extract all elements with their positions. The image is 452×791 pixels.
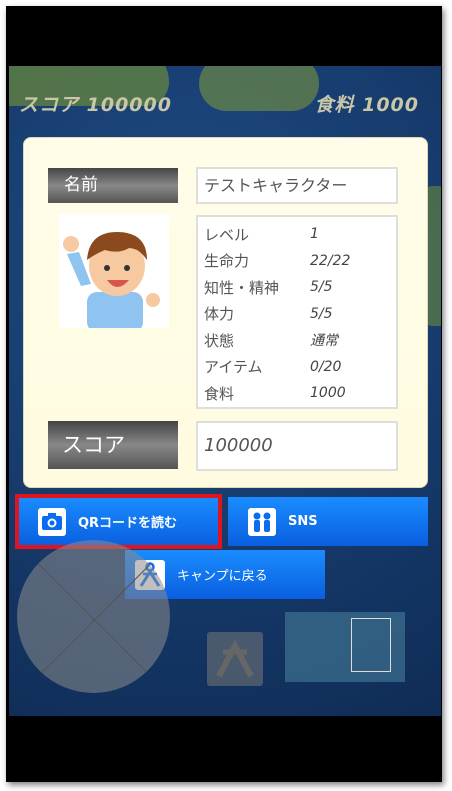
- directional-pad[interactable]: [17, 540, 170, 693]
- stat-key: 生命力: [204, 252, 250, 271]
- stat-value: 通常: [310, 333, 338, 350]
- stat-key: 状態: [204, 331, 235, 350]
- stat-key: 体力: [204, 305, 235, 324]
- hud-food-label: 食料: [314, 94, 355, 116]
- character-avatar: [59, 214, 169, 332]
- game-screen: スコア 100000 食料 1000 名前 テストキャラクター レベル 1 生命力…: [9, 66, 441, 716]
- stat-key: アイテム: [204, 358, 263, 377]
- camp-shortcut-icon[interactable]: [207, 632, 263, 686]
- hud-food-value: 1000: [362, 94, 419, 116]
- stat-key: 知性・精神: [204, 278, 280, 297]
- stat-row: レベル 1: [204, 221, 396, 248]
- hud-food: 食料 1000: [314, 90, 419, 117]
- stat-value: 5/5: [310, 305, 333, 322]
- stat-value: 22/22: [310, 252, 351, 269]
- minimap-viewport: [351, 618, 391, 672]
- name-label: 名前: [48, 168, 178, 203]
- hud-score-label: スコア: [19, 94, 80, 116]
- stat-row: 食料 1000: [204, 380, 396, 407]
- stat-row: 状態 通常: [204, 327, 396, 354]
- people-icon: [248, 507, 276, 536]
- character-panel: 名前 テストキャラクター レベル 1 生命力 22/22 知性・精神 5/5 体力 5/…: [23, 137, 428, 488]
- stats-table: レベル 1 生命力 22/22 知性・精神 5/5 体力 5/5 状態 通常 アイテム 0/…: [196, 215, 398, 409]
- qr-code-button[interactable]: QRコードを読む: [15, 494, 222, 549]
- stat-row: 生命力 22/22: [204, 248, 396, 275]
- sns-button-label: SNS: [288, 514, 318, 529]
- stat-key: レベル: [204, 225, 250, 244]
- stat-value: 0/20: [310, 358, 342, 375]
- stat-value: 1000: [310, 385, 346, 402]
- camera-icon: [38, 507, 66, 536]
- stat-row: アイテム 0/20: [204, 354, 396, 381]
- hud-score-value: 100000: [86, 94, 172, 116]
- stat-row: 知性・精神 5/5: [204, 274, 396, 301]
- hud-score: スコア 100000: [19, 90, 172, 117]
- stat-key: 食料: [204, 384, 235, 403]
- score-value: 100000: [196, 421, 398, 471]
- stat-value: 1: [310, 226, 319, 243]
- stat-value: 5/5: [310, 279, 333, 296]
- sns-button[interactable]: SNS: [228, 497, 428, 546]
- map-land: [199, 66, 319, 111]
- return-to-camp-label: キャンプに戻る: [177, 569, 268, 584]
- character-name: テストキャラクター: [196, 167, 398, 204]
- stat-row: 体力 5/5: [204, 301, 396, 328]
- score-label: スコア: [48, 421, 178, 469]
- qr-code-button-label: QRコードを読む: [78, 516, 178, 531]
